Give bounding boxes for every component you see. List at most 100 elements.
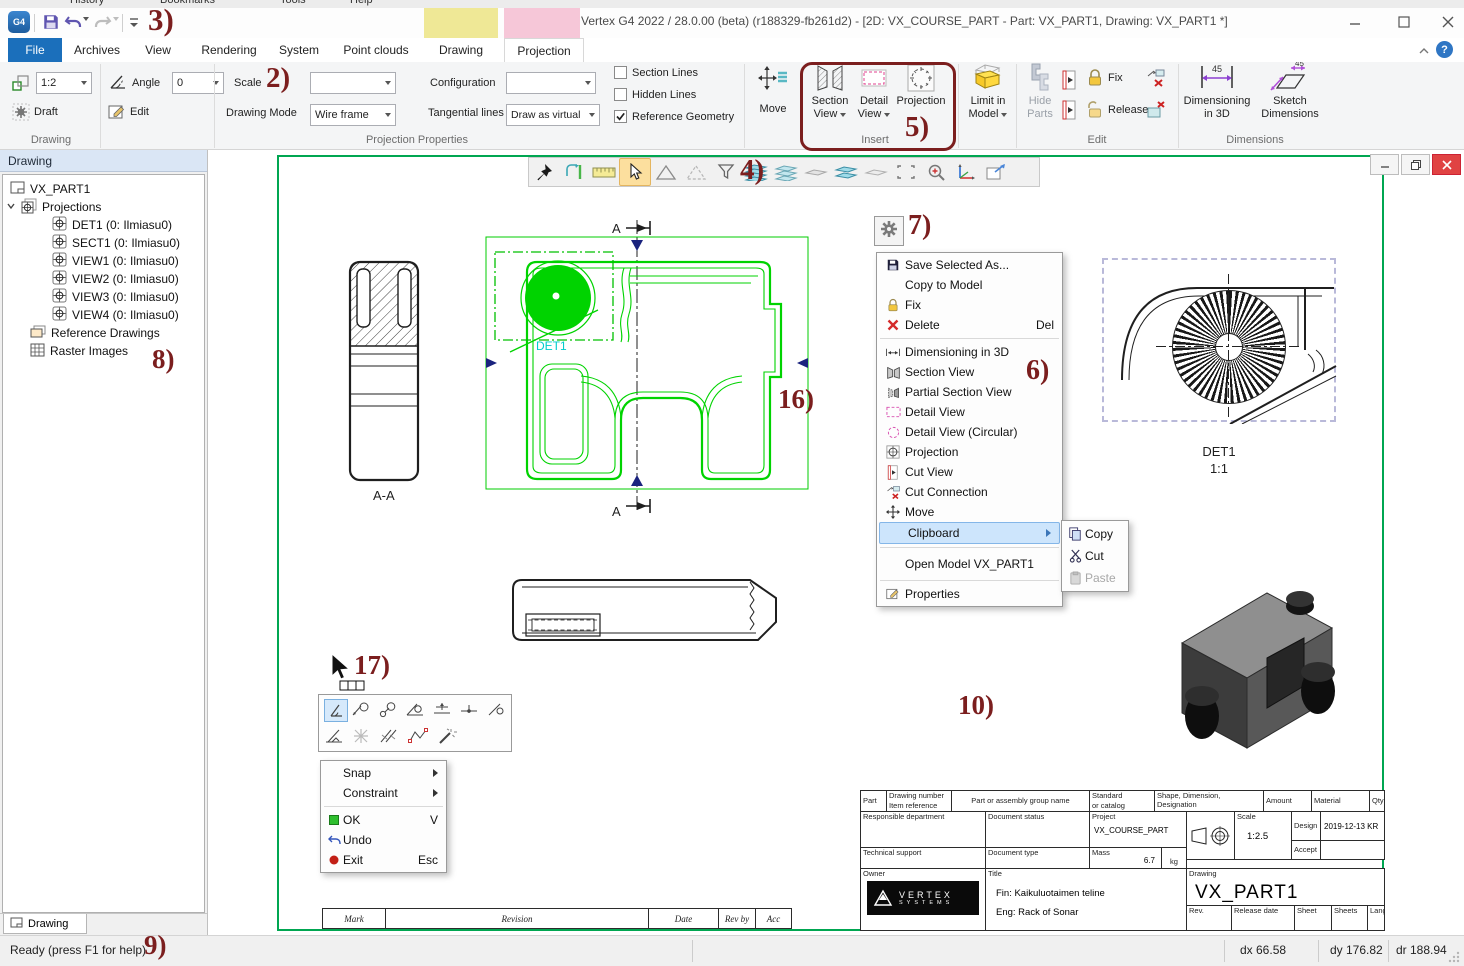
configuration-combo[interactable] xyxy=(506,72,596,94)
mdi-restore-button[interactable] xyxy=(1401,154,1430,175)
snap-point-tool-icon[interactable] xyxy=(351,701,371,724)
snap-angle-tool-icon[interactable] xyxy=(324,699,348,722)
undo-button[interactable] xyxy=(64,13,82,36)
tree-item-view1[interactable]: VIEW1 (0: Ilmiasu0) xyxy=(52,252,179,270)
snap-menu-item-ok[interactable]: OKV xyxy=(321,810,446,830)
hidden-lines-checkbox[interactable]: Hidden Lines xyxy=(614,88,696,101)
submenu-item-paste[interactable]: Paste xyxy=(1062,567,1128,589)
section-view-button[interactable]: Section View xyxy=(806,64,854,121)
detail-view-button[interactable]: Detail View xyxy=(852,64,896,121)
dimensioning-in-3d-button[interactable]: 45 Dimensioning in 3D xyxy=(1184,62,1250,121)
resize-grip-icon[interactable] xyxy=(1448,950,1460,966)
menu-item-cut-connection[interactable]: Cut Connection xyxy=(877,482,1062,502)
menu-item-copy-to-model[interactable]: Copy to Model xyxy=(877,275,1062,295)
projection-button[interactable]: Projection xyxy=(894,64,948,108)
submenu-item-copy[interactable]: Copy xyxy=(1062,523,1128,545)
polygon-select-dashed-icon[interactable] xyxy=(681,159,711,185)
snap-menu-item-snap[interactable]: Snap xyxy=(321,763,446,783)
tab-drawing[interactable]: Drawing xyxy=(422,38,500,62)
sketch-dimensions-button[interactable]: 45 Sketch Dimensions xyxy=(1254,62,1326,121)
menu-item-clipboard[interactable]: Clipboard xyxy=(879,522,1060,544)
snap-offset-tool-icon[interactable] xyxy=(432,701,452,724)
filter-icon[interactable] xyxy=(711,159,741,185)
ribbon-collapse-icon[interactable] xyxy=(1418,44,1430,62)
tree-item-reference-drawings[interactable]: Reference Drawings xyxy=(30,324,160,342)
snap-wand-tool-icon[interactable] xyxy=(436,727,458,750)
section-lines-checkbox[interactable]: Section Lines xyxy=(614,66,698,79)
detail-view-det1[interactable]: DET1 1:1 xyxy=(1102,258,1342,480)
scale-combo[interactable] xyxy=(310,72,396,94)
redo-button[interactable] xyxy=(94,13,112,36)
snap-perpendicular-tool-icon[interactable] xyxy=(324,727,344,750)
sidebar-bottom-tab-drawing[interactable]: Drawing xyxy=(3,914,87,934)
cut-view-toggle-icon-2[interactable] xyxy=(1062,100,1078,125)
chevron-down-icon[interactable] xyxy=(6,200,16,214)
undo-dropdown-icon[interactable] xyxy=(83,21,89,39)
polygon-select-icon[interactable] xyxy=(651,159,681,185)
tangential-lines-combo[interactable]: Draw as virtual xyxy=(506,104,600,126)
snap-menu-item-constraint[interactable]: Constraint xyxy=(321,783,446,803)
tree-item-view3[interactable]: VIEW3 (0: Ilmiasu0) xyxy=(52,288,179,306)
menu-item-open-model[interactable]: Open Model VX_PART1 xyxy=(877,551,1062,577)
layers-stack2-icon[interactable] xyxy=(771,159,801,185)
tree-item-projections[interactable]: Projections xyxy=(6,198,101,216)
pin-icon[interactable] xyxy=(529,159,559,185)
tree-item-sect1[interactable]: SECT1 (0: Ilmiasu0) xyxy=(52,234,180,252)
mdi-minimize-button[interactable] xyxy=(1370,154,1399,175)
move-button[interactable]: Move xyxy=(748,66,798,116)
limit-in-model-button[interactable]: Limit in Model xyxy=(962,62,1014,121)
window-minimize-button[interactable] xyxy=(1345,12,1365,37)
tree-item-view2[interactable]: VIEW2 (0: Ilmiasu0) xyxy=(52,270,179,288)
redo-dropdown-icon[interactable] xyxy=(113,21,119,39)
layer-single-icon[interactable] xyxy=(861,159,891,185)
menu-item-save-selected-as[interactable]: Save Selected As... xyxy=(877,255,1062,275)
window-close-button[interactable] xyxy=(1438,12,1458,37)
tree-item-root[interactable]: VX_PART1 xyxy=(10,180,90,198)
measure-icon[interactable] xyxy=(589,159,619,185)
release-button[interactable]: Release xyxy=(1108,104,1148,116)
zoom-window-icon[interactable] xyxy=(891,159,921,185)
shaded-3d-view[interactable] xyxy=(1152,548,1347,763)
submenu-item-cut[interactable]: Cut xyxy=(1062,545,1128,567)
snap-cross-tool-icon[interactable] xyxy=(378,727,400,750)
cut-view-toggle-icon[interactable] xyxy=(1062,70,1078,95)
help-button[interactable]: ? xyxy=(1436,41,1453,58)
snap-intersection-tool-icon[interactable] xyxy=(351,727,371,750)
cut-connection-icon[interactable] xyxy=(1146,68,1166,93)
reference-geometry-checkbox[interactable]: Reference Geometry xyxy=(614,110,734,123)
snap-menu-item-exit[interactable]: ExitEsc xyxy=(321,850,446,870)
snap-tangent-tool-icon[interactable] xyxy=(378,701,398,724)
tree-item-raster-images[interactable]: Raster Images xyxy=(30,342,128,360)
tree-item-det1[interactable]: DET1 (0: Ilmiasu0) xyxy=(52,216,172,234)
drawing-scale-combo[interactable]: 1:2 xyxy=(36,72,92,94)
release-connection-icon[interactable] xyxy=(1146,100,1166,125)
tab-rendering[interactable]: Rendering xyxy=(196,38,262,62)
axes-icon[interactable] xyxy=(951,159,981,185)
flip-view-icon[interactable] xyxy=(559,159,589,185)
menu-item-move[interactable]: Move xyxy=(877,502,1062,522)
save-button[interactable] xyxy=(42,13,60,36)
snap-menu-item-undo[interactable]: Undo xyxy=(321,830,446,850)
snap-midpoint-tool-icon[interactable] xyxy=(459,701,479,724)
draft-button[interactable]: Draft xyxy=(34,106,58,118)
section-view-a-a[interactable]: A-A xyxy=(336,256,436,508)
tree-item-view4[interactable]: VIEW4 (0: Ilmiasu0) xyxy=(52,306,179,324)
hide-parts-button[interactable]: Hide Parts xyxy=(1020,62,1060,121)
profile-view[interactable] xyxy=(504,572,789,657)
layers-gray-icon[interactable] xyxy=(801,159,831,185)
menu-item-detail-view-circular[interactable]: Detail View (Circular) xyxy=(877,422,1062,442)
fix-button[interactable]: Fix xyxy=(1108,72,1123,84)
view-settings-button[interactable] xyxy=(874,216,904,246)
snap-angle2-tool-icon[interactable] xyxy=(405,701,425,724)
edit-button[interactable]: Edit xyxy=(130,106,149,118)
quickbar-customize-icon[interactable] xyxy=(129,16,139,34)
snap-polyline-tool-icon[interactable] xyxy=(407,727,429,750)
tab-view[interactable]: View xyxy=(132,38,184,62)
tab-file[interactable]: File xyxy=(8,38,62,62)
menu-item-detail-view[interactable]: Detail View xyxy=(877,402,1062,422)
menu-item-properties[interactable]: Properties xyxy=(877,584,1062,604)
select-tool-icon[interactable] xyxy=(619,158,651,186)
menu-item-delete[interactable]: DeleteDel xyxy=(877,315,1062,335)
tab-archives[interactable]: Archives xyxy=(66,38,128,62)
mdi-close-button[interactable] xyxy=(1432,154,1461,175)
